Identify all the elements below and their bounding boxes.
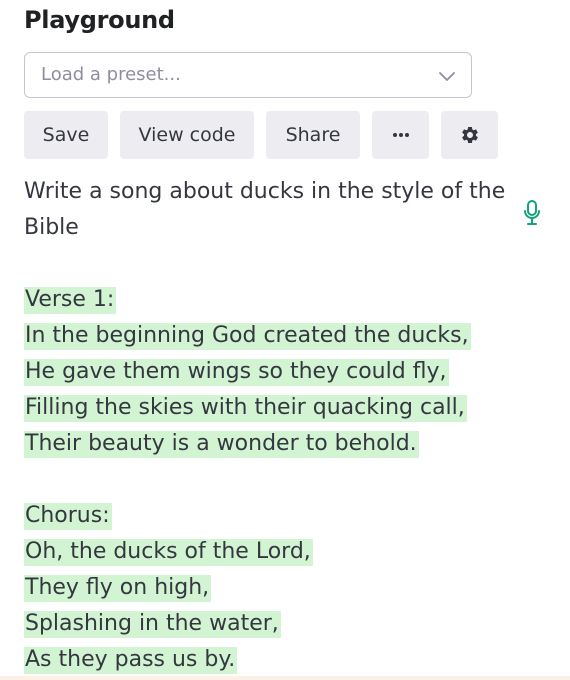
completion-line: They fly on high,	[24, 575, 212, 602]
prompt-editor[interactable]: Write a song about ducks in the style of…	[0, 172, 570, 680]
completion-line: He gave them wings so they could fly,	[24, 359, 449, 386]
completion-line: In the beginning God created the ducks,	[24, 323, 471, 350]
page-title: Playground	[24, 6, 175, 34]
view-code-button[interactable]: View code	[120, 111, 254, 159]
prompt-line: Write a song about ducks in the style of…	[24, 179, 506, 204]
completion-line: Oh, the ducks of the Lord,	[24, 539, 313, 566]
ellipsis-icon	[392, 133, 409, 137]
preset-select[interactable]: Load a preset...	[24, 52, 472, 98]
completion-line: Verse 1:	[24, 287, 117, 314]
bottom-strip	[0, 676, 570, 680]
completion-line: Filling the skies with their quacking ca…	[24, 395, 467, 422]
chevron-down-icon	[439, 72, 455, 81]
save-button[interactable]: Save	[24, 111, 108, 159]
gear-icon	[461, 127, 478, 143]
share-button[interactable]: Share	[266, 111, 360, 159]
completion-line: As they pass us by.	[24, 647, 238, 674]
preset-placeholder: Load a preset...	[41, 64, 181, 85]
more-button[interactable]	[372, 111, 429, 159]
prompt-line: Bible	[24, 215, 79, 240]
microphone-icon[interactable]	[522, 199, 542, 227]
completion-line: Chorus:	[24, 503, 112, 530]
completion-line: Splashing in the water,	[24, 611, 281, 638]
settings-button[interactable]	[441, 111, 498, 159]
completion-line: Their beauty is a wonder to behold.	[24, 431, 419, 458]
